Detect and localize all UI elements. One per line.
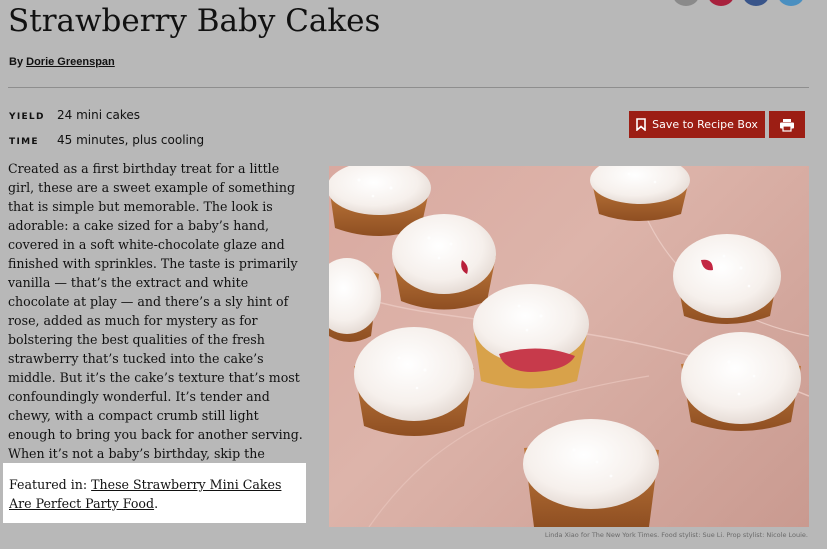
yield-label: YIELD [9, 112, 45, 122]
cake [681, 332, 801, 431]
email-icon[interactable] [673, 0, 699, 6]
divider [8, 87, 809, 88]
cake [673, 234, 781, 324]
byline: By Dorie Greenspan [9, 56, 115, 68]
cake [473, 284, 589, 389]
cake [590, 166, 690, 221]
featured-prefix: Featured in: [9, 477, 88, 492]
save-to-recipe-box-button[interactable]: Save to Recipe Box [629, 111, 765, 138]
mini-cakes-illustration [329, 166, 809, 527]
featured-suffix: . [154, 496, 159, 511]
share-bar [673, 0, 804, 6]
bookmark-icon [636, 118, 646, 131]
yield-value: 24 mini cakes [57, 108, 140, 122]
twitter-icon[interactable] [778, 0, 804, 6]
printer-icon [780, 118, 794, 132]
photo-credit: Linda Xiao for The New York Times. Food … [544, 531, 808, 539]
pinterest-icon[interactable] [708, 0, 734, 6]
recipe-photo [329, 166, 809, 527]
featured-in-box: Featured in: These Strawberry Mini Cakes… [3, 463, 306, 523]
cake [523, 419, 659, 527]
facebook-icon[interactable] [743, 0, 769, 6]
time-row: TIME 45 minutes, plus cooling [9, 133, 204, 147]
cake [392, 214, 496, 310]
cake [329, 258, 381, 342]
author-link[interactable]: Dorie Greenspan [26, 56, 115, 68]
yield-row: YIELD 24 mini cakes [9, 108, 140, 122]
byline-prefix: By [9, 56, 24, 68]
cake [354, 327, 474, 436]
time-label: TIME [9, 137, 39, 147]
save-button-label: Save to Recipe Box [652, 118, 758, 131]
recipe-title: Strawberry Baby Cakes [8, 3, 381, 39]
recipe-description: Created as a first birthday treat for a … [8, 161, 303, 499]
time-value: 45 minutes, plus cooling [57, 133, 205, 147]
print-button[interactable] [769, 111, 805, 138]
